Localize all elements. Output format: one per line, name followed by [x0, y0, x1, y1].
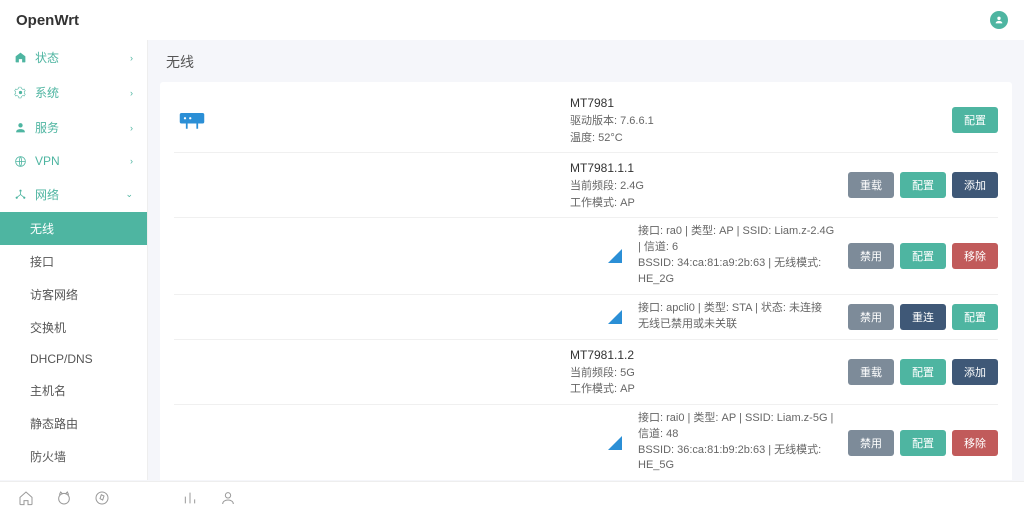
nav-network[interactable]: 网络⌄ [0, 177, 147, 212]
iface-name: MT7981.1.2 [570, 346, 840, 364]
signal-icon [570, 436, 630, 450]
signal-icon [570, 249, 630, 263]
user-icon[interactable] [220, 490, 236, 509]
footer-toolbar [0, 481, 1024, 517]
wireless-card: MT7981 驱动版本: 7.6.6.1 温度: 52°C 配置 MT7981.… [160, 82, 1012, 480]
delete-button[interactable]: 移除 [952, 243, 998, 269]
subnav-hostnames[interactable]: 主机名 [0, 374, 147, 407]
subnav-interfaces[interactable]: 接口 [0, 245, 147, 278]
subnav-firewall[interactable]: 防火墙 [0, 440, 147, 473]
header: OpenWrt [0, 0, 1024, 40]
subnav-switch[interactable]: 交换机 [0, 311, 147, 344]
chevron-right-icon: › [130, 88, 133, 98]
radio-name: MT7981 [570, 94, 944, 112]
subnav-routes[interactable]: 静态路由 [0, 407, 147, 440]
disable-button[interactable]: 禁用 [848, 243, 894, 269]
cat-icon[interactable] [56, 490, 72, 509]
subnav-guest[interactable]: 访客网络 [0, 278, 147, 311]
page-title: 无线 [166, 52, 1012, 72]
brand-title: OpenWrt [16, 12, 79, 29]
subnav-wireless[interactable]: 无线 [0, 212, 147, 245]
nav-services[interactable]: 服务› [0, 110, 147, 145]
disable-button[interactable]: 禁用 [848, 430, 894, 456]
subnav-dhcp[interactable]: DHCP/DNS [0, 344, 147, 374]
radio-temp: 温度: 52°C [570, 130, 944, 147]
configure-button[interactable]: 配置 [900, 430, 946, 456]
main-content: 无线 MT7981 驱动版本: 7.6.6.1 温度: 52°C 配置 MT79… [148, 40, 1024, 480]
restart-button[interactable]: 重载 [848, 359, 894, 385]
user-avatar-icon[interactable] [990, 11, 1008, 29]
nav-vpn[interactable]: VPN› [0, 145, 147, 177]
chevron-right-icon: › [130, 53, 133, 63]
restart-button[interactable]: 重载 [848, 172, 894, 198]
stats-icon[interactable] [182, 490, 198, 509]
configure-button[interactable]: 配置 [900, 359, 946, 385]
add-button[interactable]: 添加 [952, 172, 998, 198]
signal-icon [570, 310, 630, 324]
home-icon[interactable] [18, 490, 34, 509]
nav-status[interactable]: 状态› [0, 40, 147, 75]
configure-button[interactable]: 配置 [900, 243, 946, 269]
compass-icon[interactable] [94, 490, 110, 509]
router-icon [174, 109, 234, 131]
add-button[interactable]: 添加 [952, 359, 998, 385]
subnav-diag[interactable]: 网络诊断 [0, 473, 147, 480]
configure-button[interactable]: 配置 [900, 172, 946, 198]
sidebar: 状态› 系统› 服务› VPN› 网络⌄ 无线 接口 访客网络 交换机 DHCP… [0, 40, 148, 480]
nav-system[interactable]: 系统› [0, 75, 147, 110]
chevron-right-icon: › [130, 123, 133, 133]
reconnect-button[interactable]: 重连 [900, 304, 946, 330]
chevron-right-icon: › [130, 156, 133, 166]
disable-button[interactable]: 禁用 [848, 304, 894, 330]
chevron-down-icon: ⌄ [125, 189, 133, 200]
delete-button[interactable]: 移除 [952, 430, 998, 456]
radio-driver: 驱动版本: 7.6.6.1 [570, 113, 944, 130]
configure-button[interactable]: 配置 [952, 107, 998, 133]
iface-name: MT7981.1.1 [570, 159, 840, 177]
configure-button[interactable]: 配置 [952, 304, 998, 330]
